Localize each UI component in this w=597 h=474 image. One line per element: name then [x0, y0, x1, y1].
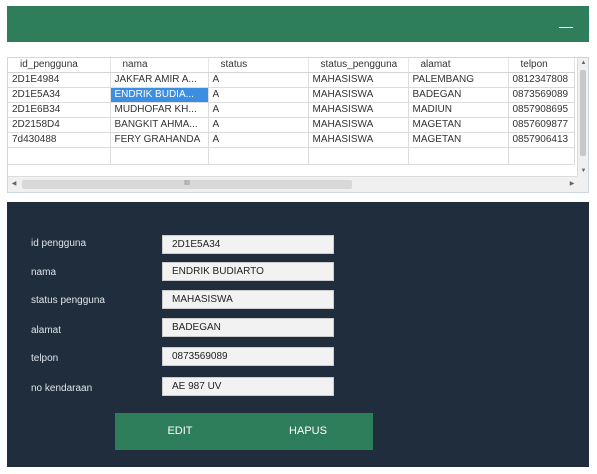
horizontal-scroll-thumb[interactable]: III: [22, 180, 352, 189]
table-row-selected[interactable]: 2D1E5A34 ENDRIK BUDIA... A MAHASISWA BAD…: [8, 87, 575, 103]
cell-status-pengguna[interactable]: MAHASISWA: [308, 102, 409, 118]
column-header-alamat[interactable]: alamat: [408, 58, 509, 73]
vertical-scrollbar[interactable]: ▲ ▼: [577, 58, 588, 176]
cell-status-pengguna[interactable]: MAHASISWA: [308, 87, 409, 103]
empty-cell[interactable]: [8, 147, 111, 165]
table-row[interactable]: 2D1E4984 JAKFAR AMIR A... A MAHASISWA PA…: [8, 72, 575, 88]
table-row[interactable]: 2D1E6B34 MUDHOFAR KH... A MAHASISWA MADI…: [8, 102, 575, 118]
new-row-placeholder[interactable]: [8, 147, 575, 165]
cell-telpon[interactable]: 0857609877: [508, 117, 575, 133]
column-header-telpon[interactable]: telpon: [508, 58, 575, 73]
scroll-left-arrow-icon[interactable]: ◀: [8, 177, 20, 192]
cell-nama-selected[interactable]: ENDRIK BUDIA...: [110, 87, 209, 103]
cell-nama[interactable]: JAKFAR AMIR A...: [110, 72, 209, 88]
cell-alamat[interactable]: BADEGAN: [408, 87, 509, 103]
label-alamat: alamat: [31, 325, 62, 336]
id-pengguna-field[interactable]: 2D1E5A34: [162, 235, 334, 254]
empty-cell[interactable]: [308, 147, 409, 165]
cell-alamat[interactable]: MAGETAN: [408, 132, 509, 148]
scroll-down-arrow-icon[interactable]: ▼: [578, 166, 589, 176]
cell-status-pengguna[interactable]: MAHASISWA: [308, 72, 409, 88]
data-grid[interactable]: id_pengguna nama status status_pengguna …: [7, 57, 589, 193]
telpon-field[interactable]: 0873569089: [162, 347, 334, 366]
cell-telpon[interactable]: 0873569089: [508, 87, 575, 103]
label-no-kendaraan: no kendaraan: [31, 383, 93, 394]
edit-button[interactable]: EDIT: [115, 413, 245, 450]
cell-alamat[interactable]: PALEMBANG: [408, 72, 509, 88]
cell-nama[interactable]: FERY GRAHANDA: [110, 132, 209, 148]
column-header-id-pengguna[interactable]: id_pengguna: [8, 58, 111, 73]
empty-cell[interactable]: [508, 147, 575, 165]
table-row[interactable]: 7d430488 FERY GRAHANDA A MAHASISWA MAGET…: [8, 132, 575, 148]
cell-status-pengguna[interactable]: MAHASISWA: [308, 117, 409, 133]
cell-id-pengguna[interactable]: 2D1E6B34: [8, 102, 111, 118]
horizontal-scrollbar[interactable]: ◀ III ▶: [8, 176, 578, 192]
cell-status[interactable]: A: [208, 87, 309, 103]
column-header-status-pengguna[interactable]: status_pengguna: [308, 58, 409, 73]
empty-cell[interactable]: [208, 147, 309, 165]
label-nama: nama: [31, 267, 57, 278]
column-header-nama[interactable]: nama: [110, 58, 209, 73]
pengguna-table: id_pengguna nama status status_pengguna …: [8, 58, 575, 165]
scrollbar-corner: [577, 176, 588, 192]
vertical-scroll-thumb[interactable]: [580, 70, 586, 156]
cell-status[interactable]: A: [208, 72, 309, 88]
detail-form-panel: id pengguna 2D1E5A34 nama ENDRIK BUDIART…: [7, 202, 589, 467]
cell-telpon[interactable]: 0857908695: [508, 102, 575, 118]
minimize-button[interactable]: —: [557, 19, 575, 33]
cell-status[interactable]: A: [208, 117, 309, 133]
alamat-field[interactable]: BADEGAN: [162, 318, 334, 337]
cell-telpon[interactable]: 0812347808: [508, 72, 575, 88]
nama-field[interactable]: ENDRIK BUDIARTO: [162, 262, 334, 281]
cell-telpon[interactable]: 0857906413: [508, 132, 575, 148]
cell-status[interactable]: A: [208, 102, 309, 118]
cell-alamat[interactable]: MAGETAN: [408, 117, 509, 133]
status-pengguna-field[interactable]: MAHASISWA: [162, 290, 334, 309]
cell-alamat[interactable]: MADIUN: [408, 102, 509, 118]
label-id-pengguna: id pengguna: [31, 238, 87, 249]
no-kendaraan-field[interactable]: AE 987 UV: [162, 377, 334, 396]
empty-cell[interactable]: [408, 147, 509, 165]
title-bar: —: [7, 6, 589, 42]
hapus-button[interactable]: HAPUS: [243, 413, 373, 450]
cell-status-pengguna[interactable]: MAHASISWA: [308, 132, 409, 148]
label-status-pengguna: status pengguna: [31, 295, 105, 306]
cell-status[interactable]: A: [208, 132, 309, 148]
cell-id-pengguna[interactable]: 2D2158D4: [8, 117, 111, 133]
table-row[interactable]: 2D2158D4 BANGKIT AHMA... A MAHASISWA MAG…: [8, 117, 575, 133]
cell-nama[interactable]: BANGKIT AHMA...: [110, 117, 209, 133]
scroll-up-arrow-icon[interactable]: ▲: [578, 58, 589, 68]
table-header-row: id_pengguna nama status status_pengguna …: [8, 58, 575, 73]
cell-nama[interactable]: MUDHOFAR KH...: [110, 102, 209, 118]
cell-id-pengguna[interactable]: 2D1E5A34: [8, 87, 111, 103]
cell-id-pengguna[interactable]: 2D1E4984: [8, 72, 111, 88]
empty-cell[interactable]: [110, 147, 209, 165]
label-telpon: telpon: [31, 353, 59, 364]
column-header-status[interactable]: status: [208, 58, 309, 73]
cell-id-pengguna[interactable]: 7d430488: [8, 132, 111, 148]
